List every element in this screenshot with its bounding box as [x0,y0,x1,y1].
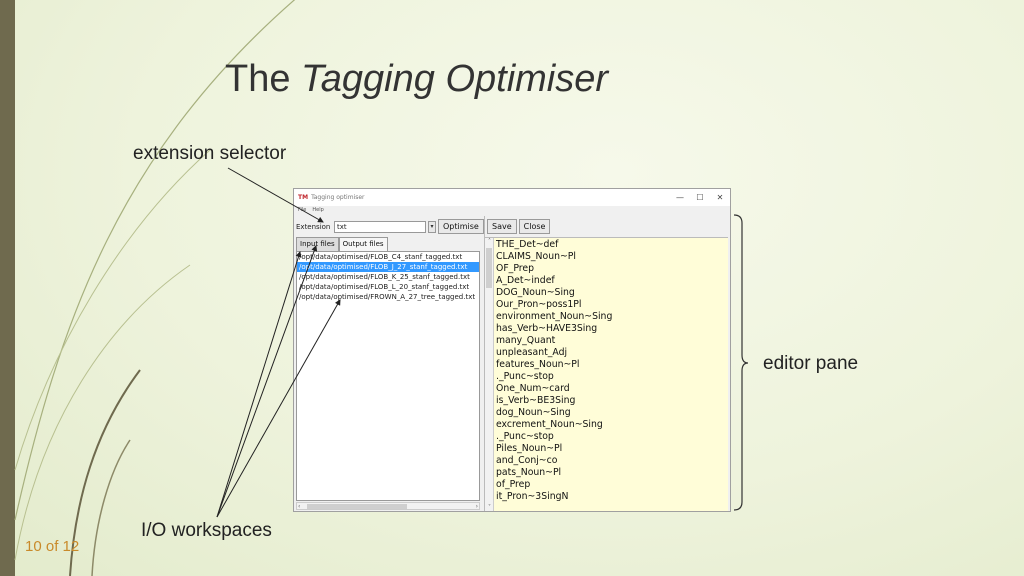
slide-number: 10 of 12 [25,538,80,555]
title-italic: Tagging Optimiser [301,58,609,100]
editor-line: THE_Det~def [496,239,559,250]
editor-text-area[interactable]: ˄ ˅ THE_Det~def CLAIMS_Noun~Pl OF_Prep A_De… [485,237,728,511]
list-item[interactable]: /opt/data/optimised/FLOB_L_20_stanf_tagg… [297,282,479,292]
minimize-button[interactable]: — [670,193,690,202]
scroll-up-icon[interactable]: ˄ [485,238,494,245]
editor-line: Piles_Noun~Pl [496,443,563,454]
list-item[interactable]: /opt/data/optimised/FLOB_K_25_stanf_tagg… [297,272,479,282]
app-window: TM Tagging optimiser — ☐ ✕ File Help Ext… [293,188,731,512]
io-workspace-pane: Extension txt ▾ Optimise Input files Out… [294,216,484,511]
list-item[interactable]: /opt/data/optimised/FROWN_A_27_tree_tagg… [297,292,479,302]
editor-line: and_Conj~co [496,455,558,466]
editor-toolbar: Save Close [487,219,551,234]
editor-line: pats_Noun~Pl [496,467,562,478]
editor-line: is_Verb~BE3Sing [496,395,576,406]
callout-extension-selector: extension selector [133,143,287,164]
list-item[interactable]: /opt/data/optimised/FLOB_C4_stanf_tagged… [297,252,479,262]
editor-line: many_Quant [496,335,556,346]
callout-io-workspaces: I/O workspaces [141,520,272,541]
io-tabs: Input files Output files [296,237,388,251]
menu-help[interactable]: Help [312,207,323,213]
tab-output-files[interactable]: Output files [338,237,388,251]
maximize-button[interactable]: ☐ [690,193,710,202]
editor-line: has_Verb~HAVE3Sing [496,323,598,334]
menu-bar: File Help [294,206,730,214]
scroll-right-icon[interactable]: › [476,503,478,510]
extension-input[interactable]: txt [334,220,426,233]
editor-line: features_Noun~Pl [496,359,580,370]
editor-line: Our_Pron~poss1Pl [496,299,582,310]
editor-line: unpleasant_Adj [496,347,568,358]
scroll-down-icon[interactable]: ˅ [485,504,494,511]
close-button[interactable]: Close [518,219,551,234]
title-plain: The [225,58,291,100]
chevron-down-icon[interactable]: ▾ [428,220,436,233]
scroll-thumb[interactable] [307,504,407,509]
editor-line: A_Det~indef [496,275,555,286]
horizontal-scrollbar[interactable]: ‹ › [296,502,480,510]
window-title: Tagging optimiser [311,194,365,201]
editor-line: dog_Noun~Sing [496,407,571,418]
extension-label: Extension [296,222,331,231]
panes: Extension txt ▾ Optimise Input files Out… [294,216,730,511]
title-bar: TM Tagging optimiser — ☐ ✕ [294,189,730,206]
menu-file[interactable]: File [298,207,306,213]
extension-row: Extension txt ▾ Optimise [296,219,484,234]
editor-line: ._Punc~stop [496,431,554,442]
slide-title: The Tagging Optimiser [225,58,608,101]
file-list[interactable]: /opt/data/optimised/FLOB_C4_stanf_tagged… [296,251,480,501]
editor-line: OF_Prep [496,263,534,274]
editor-line: CLAIMS_Noun~Pl [496,251,576,262]
optimise-button[interactable]: Optimise [438,219,484,234]
editor-pane: Save Close ˄ ˅ THE_Det~def CLAIMS_Noun~Pl… [484,216,730,511]
app-icon: TM [298,194,309,201]
editor-line: DOG_Noun~Sing [496,287,575,298]
list-item-selected[interactable]: /opt/data/optimised/FLOB_J_27_stanf_tagg… [297,262,479,272]
scroll-left-icon[interactable]: ‹ [298,503,300,510]
editor-line: One_Num~card [496,383,570,394]
editor-line: environment_Noun~Sing [496,311,613,322]
callout-editor-pane: editor pane [763,353,859,374]
editor-line: of_Prep [496,479,531,490]
close-window-button[interactable]: ✕ [710,193,730,202]
editor-lines: THE_Det~def CLAIMS_Noun~Pl OF_Prep A_Det~in… [496,239,612,503]
editor-line: excrement_Noun~Sing [496,419,603,430]
editor-line: it_Pron~3SingN [496,491,569,502]
editor-line: ._Punc~stop [496,371,554,382]
vertical-scrollbar[interactable]: ˄ ˅ [485,238,494,511]
scroll-thumb[interactable] [486,248,492,288]
save-button[interactable]: Save [487,219,517,234]
tab-input-files[interactable]: Input files [296,237,339,251]
